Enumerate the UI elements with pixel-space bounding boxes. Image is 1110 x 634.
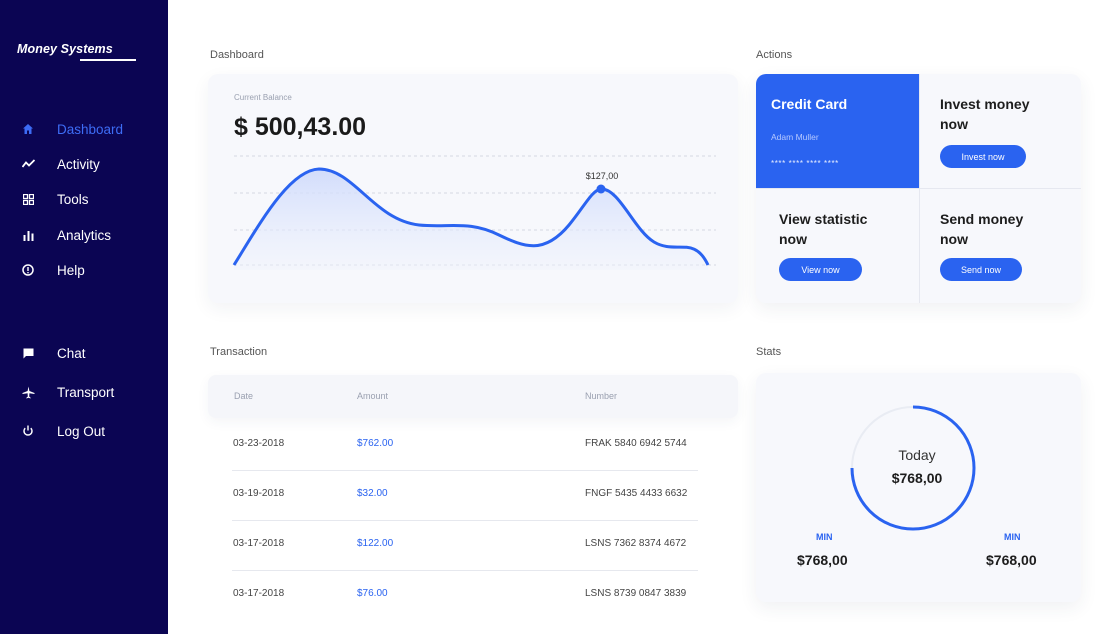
column-header-number: Number — [585, 391, 618, 401]
sidebar-item-analytics[interactable]: Analytics — [0, 223, 168, 247]
sidebar: Money Systems Dashboard Activity Tools A… — [0, 0, 168, 634]
stat-right-label: MIN — [1004, 532, 1021, 542]
today-label: Today — [898, 447, 936, 463]
credit-card-holder: Adam Muller — [771, 132, 819, 142]
column-header-amount: Amount — [357, 391, 389, 401]
sidebar-item-label: Tools — [57, 191, 89, 207]
credit-card-number: **** **** **** **** — [771, 159, 839, 168]
balance-chart: $127,00 — [232, 155, 716, 270]
section-title-stats: Stats — [756, 346, 782, 358]
brand-underline — [80, 59, 136, 61]
tools-icon — [20, 191, 36, 207]
row-amount: $76.00 — [357, 588, 388, 599]
column-header-date: Date — [234, 391, 254, 401]
sidebar-item-activity[interactable]: Activity — [0, 152, 168, 176]
sidebar-item-dashboard[interactable]: Dashboard — [0, 117, 168, 141]
sidebar-item-label: Dashboard — [57, 121, 124, 137]
table-row[interactable]: 03-19-2018 $32.00 FNGF 5435 4433 6632 — [232, 471, 698, 521]
view-statistic-title: View statistic now — [779, 211, 868, 247]
send-now-button[interactable]: Send now — [940, 258, 1022, 281]
brand-logo: Money Systems — [17, 42, 113, 56]
home-icon — [20, 121, 36, 137]
actions-card: Credit Card Adam Muller **** **** **** *… — [756, 74, 1081, 303]
row-amount: $762.00 — [357, 438, 394, 449]
chart-point-label: $127,00 — [586, 171, 619, 181]
sidebar-item-label: Help — [57, 262, 85, 278]
table-row[interactable]: 03-17-2018 $122.00 LSNS 7362 8374 4672 — [232, 521, 698, 571]
sidebar-item-label: Chat — [57, 345, 86, 361]
row-date: 03-19-2018 — [233, 488, 285, 499]
row-date: 03-17-2018 — [233, 538, 285, 549]
invest-now-button[interactable]: Invest now — [940, 145, 1026, 168]
divider — [756, 188, 919, 189]
sidebar-item-logout[interactable]: Log Out — [0, 419, 168, 443]
section-title-dashboard: Dashboard — [210, 49, 264, 61]
stat-left-label: MIN — [816, 532, 833, 542]
chart-area — [234, 169, 708, 270]
chart-point — [596, 184, 606, 194]
today-progress-ring — [850, 405, 976, 531]
balance-caption: Current Balance — [234, 93, 292, 102]
stat-left-value: $768,00 — [797, 552, 848, 568]
row-date: 03-17-2018 — [233, 588, 285, 599]
power-icon — [20, 423, 36, 439]
section-title-actions: Actions — [756, 49, 793, 61]
section-title-transaction: Transaction — [210, 346, 268, 358]
today-value: $768,00 — [891, 470, 943, 486]
send-money-title: Send money now — [940, 211, 1024, 247]
credit-card-panel[interactable]: Credit Card Adam Muller **** **** **** *… — [756, 74, 919, 188]
sidebar-item-label: Log Out — [57, 423, 106, 439]
sidebar-item-transport[interactable]: Transport — [0, 380, 168, 404]
sidebar-item-label: Activity — [57, 156, 100, 172]
sidebar-item-label: Transport — [57, 384, 115, 400]
row-number: FNGF 5435 4433 6632 — [585, 488, 688, 499]
row-amount: $32.00 — [357, 488, 388, 499]
chat-icon — [20, 345, 36, 361]
table-row[interactable]: 03-23-2018 $762.00 FRAK 5840 6942 5744 — [232, 421, 698, 471]
activity-icon — [20, 156, 36, 172]
help-icon — [20, 262, 36, 278]
stat-right-value: $768,00 — [986, 552, 1037, 568]
sidebar-item-label: Analytics — [57, 227, 112, 243]
sidebar-item-tools[interactable]: Tools — [0, 187, 168, 211]
airplane-icon — [20, 384, 36, 400]
row-number: FRAK 5840 6942 5744 — [585, 438, 687, 449]
row-amount: $122.00 — [357, 538, 394, 549]
transactions-table-header — [208, 375, 738, 418]
invest-title: Invest money now — [940, 96, 1030, 132]
row-date: 03-23-2018 — [233, 438, 285, 449]
balance-value: $ 500,43.00 — [234, 113, 367, 141]
row-number: LSNS 7362 8374 4672 — [585, 538, 687, 549]
sidebar-item-chat[interactable]: Chat — [0, 341, 168, 365]
sidebar-item-help[interactable]: Help — [0, 258, 168, 282]
table-row[interactable]: 03-17-2018 $76.00 LSNS 8739 0847 3839 — [232, 571, 698, 621]
divider — [919, 188, 1081, 189]
view-now-button[interactable]: View now — [779, 258, 862, 281]
credit-card-title: Credit Card — [771, 96, 848, 112]
row-number: LSNS 8739 0847 3839 — [585, 588, 687, 599]
analytics-icon — [20, 227, 36, 243]
